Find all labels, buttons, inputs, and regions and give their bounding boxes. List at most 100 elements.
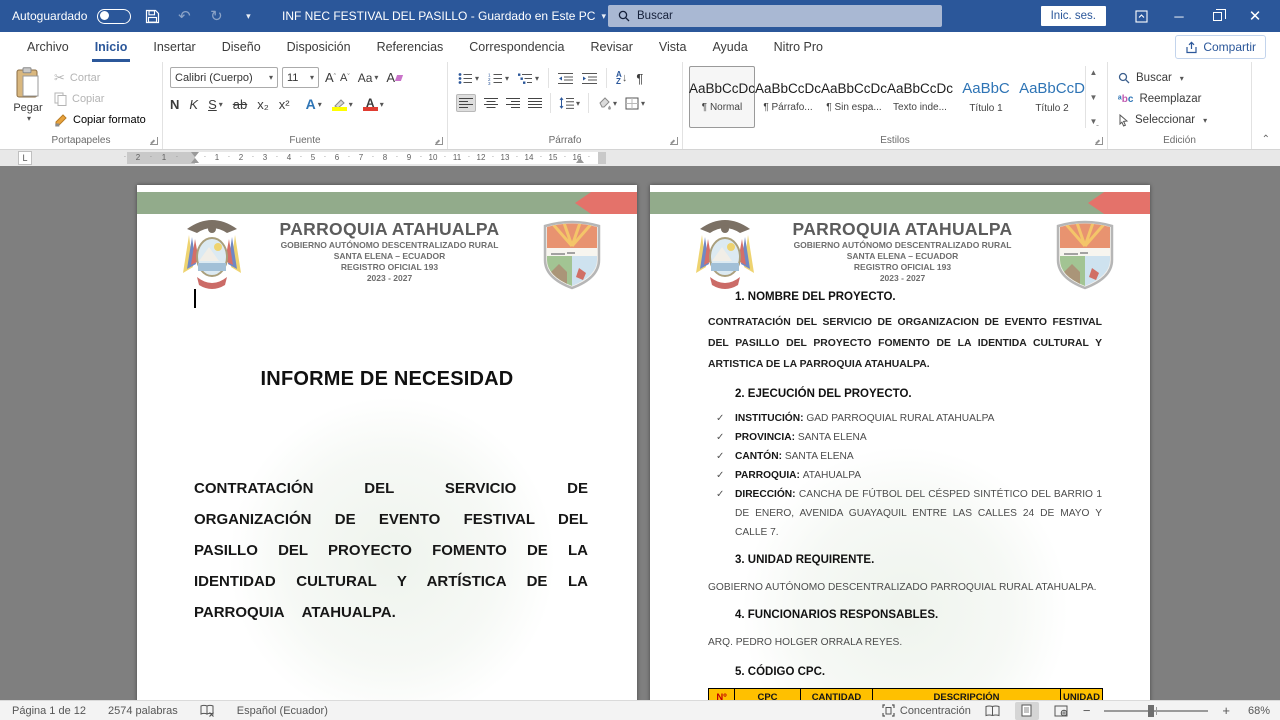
document-page-1[interactable]: PARROQUIA ATAHUALPA GOBIERNO AUTÓNOMO DE… — [137, 185, 637, 700]
styles-dialog-launcher[interactable] — [1095, 137, 1103, 145]
style-ti-tulo-1[interactable]: AaBbCTítulo 1 — [953, 66, 1019, 128]
justify-button[interactable] — [528, 97, 542, 109]
tab-disposicio-n[interactable]: Disposición — [274, 32, 364, 62]
select-button[interactable]: Seleccionar▾ — [1118, 110, 1207, 130]
focus-mode-button[interactable]: Concentración — [882, 704, 971, 717]
copy-button[interactable]: Copiar — [54, 89, 104, 109]
read-mode-icon[interactable] — [981, 702, 1005, 720]
font-dialog-launcher[interactable] — [435, 137, 443, 145]
ribbon-tab-row: ArchivoInicioInsertarDiseñoDisposiciónRe… — [0, 32, 1280, 62]
tab-inicio[interactable]: Inicio — [82, 32, 141, 62]
align-left-button[interactable] — [456, 94, 476, 112]
ruler-mark: 10 — [429, 153, 438, 162]
font-color-button[interactable]: A▾ — [363, 98, 384, 111]
style-sin-espa[interactable]: AaBbCcDc¶ Sin espa... — [821, 66, 887, 128]
group-paragraph: ▾ 123▾ ▾ AZ↓ ¶ ▾ ▾ ▾ Párrafo — [448, 62, 683, 149]
search-input[interactable]: Buscar — [608, 5, 942, 27]
font-name-select[interactable]: Calibri (Cuerpo)▾ — [170, 67, 278, 88]
proofing-error-icon[interactable] — [200, 704, 215, 717]
style-label: ¶ Normal — [702, 102, 742, 113]
clipboard-dialog-launcher[interactable] — [150, 137, 158, 145]
clear-formatting-button[interactable]: A — [386, 70, 402, 85]
ribbon-display-options-icon[interactable] — [1124, 0, 1158, 32]
format-painter-button[interactable]: Copiar formato — [54, 110, 146, 130]
zoom-slider[interactable] — [1104, 710, 1208, 712]
subscript-button[interactable]: x₂ — [257, 97, 269, 112]
tab-nitro-pro[interactable]: Nitro Pro — [761, 32, 836, 62]
sort-button[interactable]: AZ↓ — [616, 71, 627, 85]
align-right-button[interactable] — [506, 97, 520, 109]
line-spacing-button[interactable]: ▾ — [559, 97, 580, 109]
bold-button[interactable]: N — [170, 97, 179, 112]
style-ti-tulo-2[interactable]: AaBbCcDTítulo 2 — [1019, 66, 1085, 128]
underline-button[interactable]: S▾ — [208, 97, 223, 112]
zoom-level[interactable]: 68% — [1240, 705, 1270, 717]
tab-archivo[interactable]: Archivo — [14, 32, 82, 62]
redo-icon[interactable]: ↻ — [205, 5, 227, 27]
web-layout-icon[interactable] — [1049, 702, 1073, 720]
shrink-font-button[interactable]: Aˇ — [340, 72, 350, 84]
multilevel-list-button[interactable]: ▾ — [518, 72, 539, 85]
hanging-indent-marker[interactable] — [191, 158, 199, 163]
paragraph-dialog-launcher[interactable] — [670, 137, 678, 145]
find-button[interactable]: Buscar▾ — [1118, 68, 1184, 88]
save-icon[interactable] — [141, 5, 163, 27]
superscript-button[interactable]: x² — [279, 97, 290, 112]
tab-insertar[interactable]: Insertar — [140, 32, 208, 62]
zoom-slider-thumb[interactable] — [1148, 705, 1154, 717]
execution-checklist: ✓INSTITUCIÓN: GAD PARROQUIAL RURAL ATAHU… — [716, 409, 1102, 542]
language-indicator[interactable]: Español (Ecuador) — [237, 705, 328, 717]
document-page-2[interactable]: PARROQUIA ATAHUALPA GOBIERNO AUTÓNOMO DE… — [650, 185, 1150, 700]
tab-correspondencia[interactable]: Correspondencia — [456, 32, 577, 62]
decrease-indent-button[interactable] — [558, 72, 573, 85]
autosave-toggle[interactable] — [97, 9, 131, 24]
highlight-button[interactable]: ▾ — [332, 98, 353, 111]
document-title[interactable]: INF NEC FESTIVAL DEL PASILLO - Guardado … — [282, 0, 606, 32]
style-normal[interactable]: AaBbCcDc¶ Normal — [689, 66, 755, 128]
align-center-button[interactable] — [484, 97, 498, 109]
pilcrow-button[interactable]: ¶ — [636, 71, 643, 86]
tab-revisar[interactable]: Revisar — [577, 32, 645, 62]
page-indicator[interactable]: Página 1 de 12 — [12, 705, 86, 717]
style-pa-rrafo[interactable]: AaBbCcDc¶ Párrafo... — [755, 66, 821, 128]
tab-referencias[interactable]: Referencias — [364, 32, 457, 62]
word-count[interactable]: 2574 palabras — [108, 705, 178, 717]
change-case-button[interactable]: Aa▾ — [358, 71, 379, 85]
print-layout-icon[interactable] — [1015, 702, 1039, 720]
increase-indent-button[interactable] — [582, 72, 597, 85]
cut-button[interactable]: ✂ Cortar — [54, 68, 100, 88]
style-texto-inde[interactable]: AaBbCcDcTexto inde... — [887, 66, 953, 128]
borders-button[interactable]: ▾ — [625, 97, 645, 110]
numbering-button[interactable]: 123▾ — [488, 72, 509, 85]
grow-font-button[interactable]: Aˆ — [325, 70, 336, 85]
paste-button[interactable]: Pegar ▾ — [7, 67, 49, 139]
bullets-button[interactable]: ▾ — [458, 72, 479, 85]
autosave-label: Autoguardado — [12, 9, 87, 23]
tab-disen-o[interactable]: Diseño — [209, 32, 274, 62]
share-button[interactable]: Compartir — [1175, 35, 1266, 59]
first-line-indent-marker[interactable] — [191, 152, 199, 157]
sign-in-button[interactable]: Inic. ses. — [1041, 6, 1106, 26]
tab-ayuda[interactable]: Ayuda — [699, 32, 760, 62]
right-indent-marker[interactable] — [576, 158, 584, 163]
quick-access-menu-icon[interactable]: ▾ — [237, 5, 259, 27]
text-effects-button[interactable]: A▾ — [306, 96, 322, 112]
page2-content: 1. NOMBRE DEL PROYECTO. CONTRATACIÓN DEL… — [708, 285, 1102, 700]
tab-vista[interactable]: Vista — [646, 32, 700, 62]
zoom-in-button[interactable]: + — [1222, 703, 1230, 718]
horizontal-ruler[interactable]: L 21···1·2·3·4·5·6·7·8·9·10·11·12·13·14·… — [0, 150, 1280, 166]
replace-button[interactable]: ᵃbc Reemplazar — [1118, 89, 1201, 109]
strikethrough-button[interactable]: ab — [233, 97, 247, 112]
tab-selector[interactable]: L — [18, 151, 32, 165]
font-size-select[interactable]: 11▾ — [282, 67, 319, 88]
italic-button[interactable]: K — [189, 97, 198, 112]
restore-button[interactable] — [1200, 0, 1234, 32]
close-button[interactable]: ✕ — [1238, 0, 1272, 32]
collapse-ribbon-icon[interactable]: ⌃ — [1262, 134, 1270, 145]
ruler-mark: 12 — [477, 153, 486, 162]
minimize-button[interactable]: ─ — [1162, 0, 1196, 32]
undo-icon[interactable]: ↶ — [173, 5, 195, 27]
zoom-out-button[interactable]: − — [1083, 703, 1091, 718]
styles-gallery-scroll[interactable]: ▲▼▼̱ — [1085, 66, 1101, 128]
shading-button[interactable]: ▾ — [597, 97, 617, 110]
